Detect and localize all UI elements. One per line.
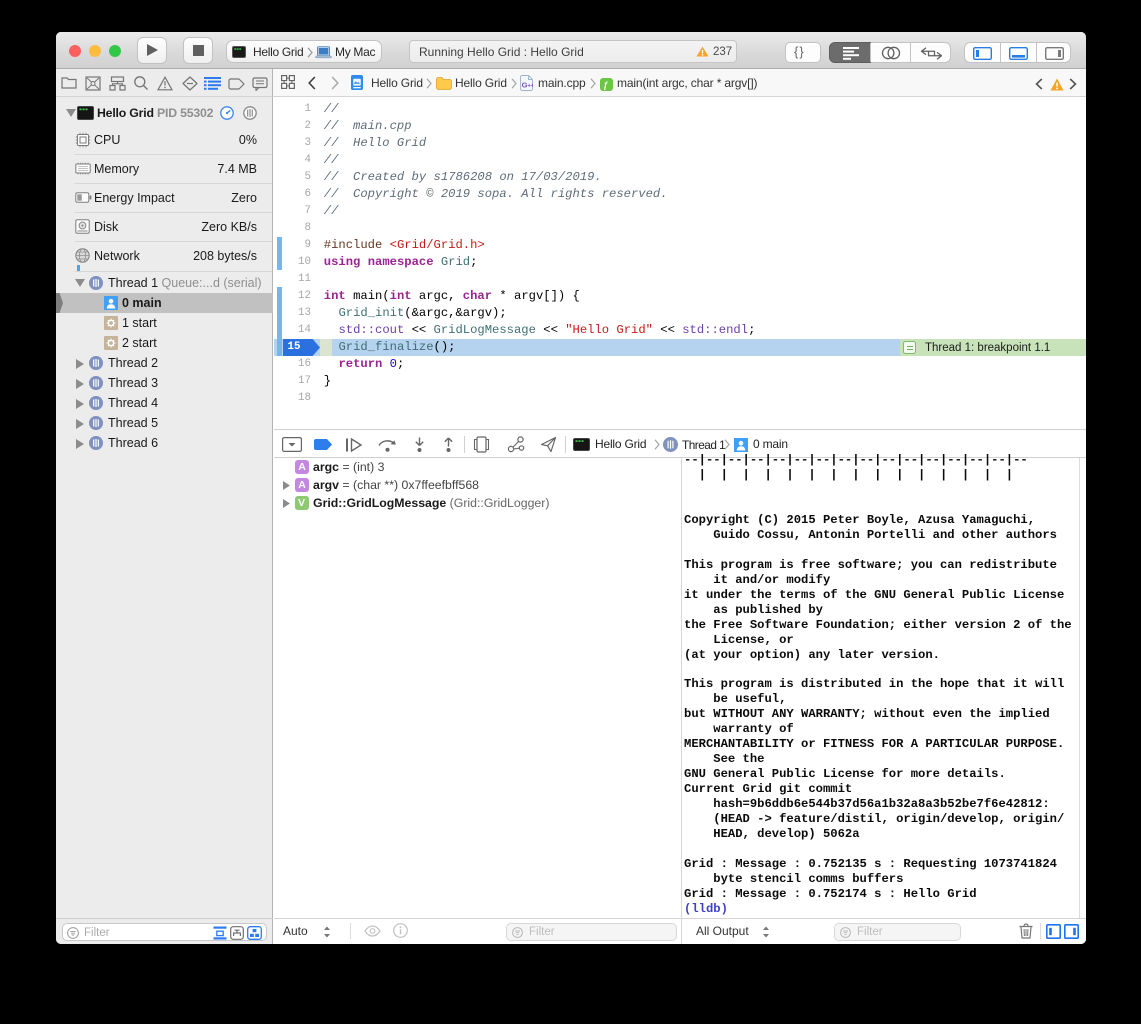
svg-text:++: ++ (527, 84, 533, 90)
